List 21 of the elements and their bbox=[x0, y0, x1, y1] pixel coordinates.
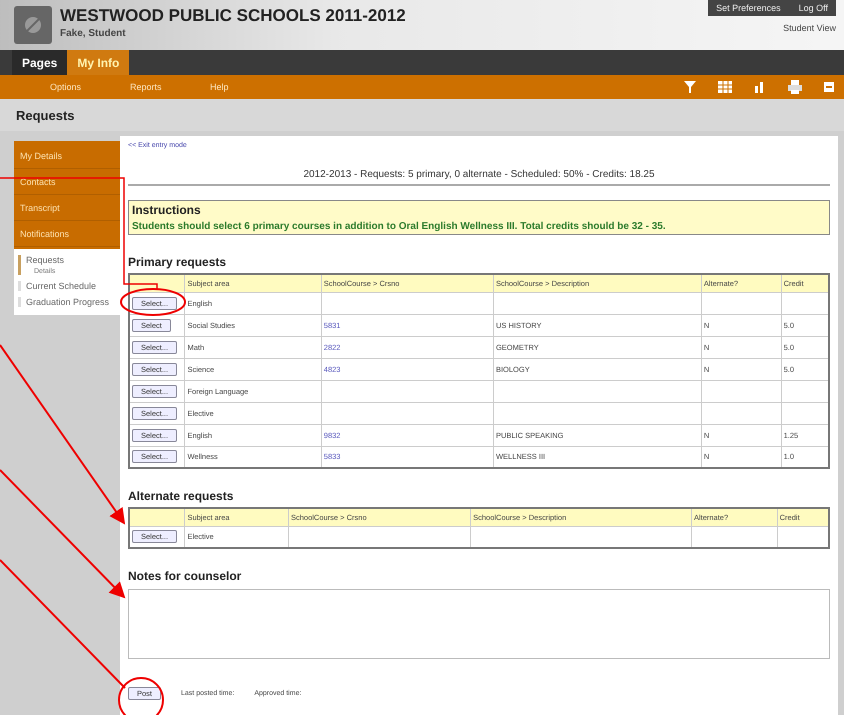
printer-icon[interactable] bbox=[788, 80, 802, 94]
highlight-circle bbox=[120, 288, 186, 316]
notes-field[interactable] bbox=[128, 589, 830, 659]
nav-tab[interactable]: Pages bbox=[12, 50, 68, 75]
instructions-text: Students should select 6 primary courses in addition to Oral English Wellness III. Total credits should be 32 - 35. bbox=[132, 221, 667, 232]
school-title: WESTWOOD PUBLIC SCHOOLS 2011-2012 bbox=[60, 6, 406, 26]
header-link[interactable]: Set Preferences bbox=[716, 3, 781, 13]
section-heading: Primary requests bbox=[128, 255, 228, 269]
view-label: Student View bbox=[783, 23, 836, 33]
grid-icon[interactable] bbox=[718, 81, 732, 93]
filter-icon[interactable] bbox=[684, 81, 696, 93]
instructions-title: Instructions bbox=[132, 203, 202, 217]
summary-text: 2012-2013 - Requests: 5 primary, 0 alternate - Scheduled: 50% - Credits: 18.25 bbox=[128, 169, 830, 186]
bar-chart-icon[interactable] bbox=[754, 81, 766, 93]
header-link[interactable]: Log Off bbox=[798, 3, 828, 13]
user-name: Fake, Student bbox=[60, 28, 127, 39]
section-heading: Notes for counselor bbox=[128, 569, 242, 583]
page-title: Requests bbox=[0, 99, 844, 131]
section-heading: Alternate requests bbox=[128, 489, 234, 503]
logo-icon bbox=[14, 6, 52, 44]
export-icon[interactable] bbox=[824, 82, 834, 92]
